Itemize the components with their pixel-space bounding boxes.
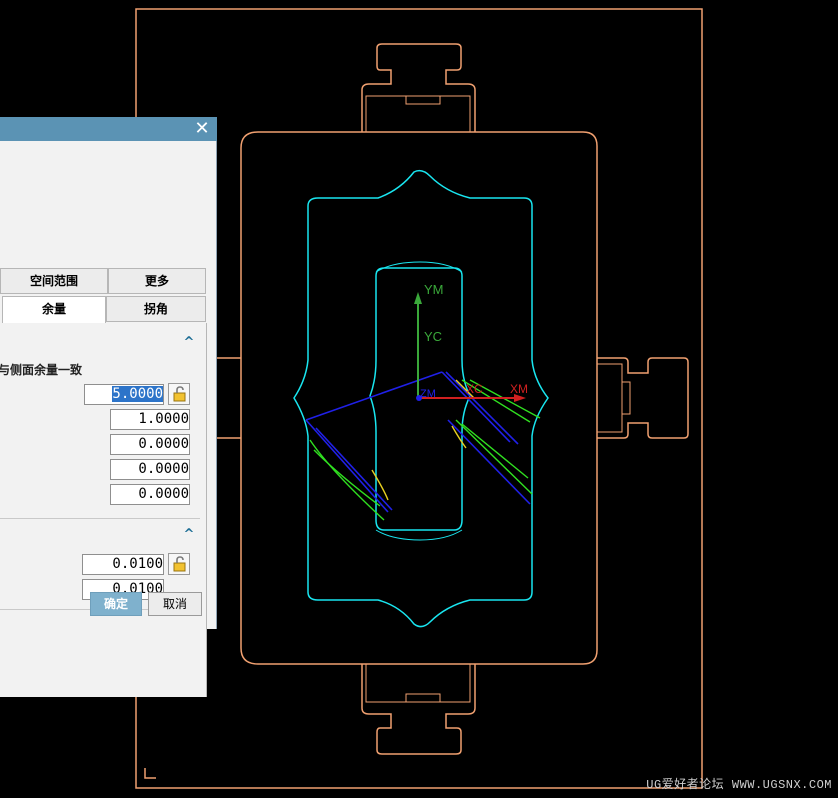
allowance-dialog: ✕ 空间范围 更多 余量 拐角 ^ 与侧面余量一致 5.0000 1.0000 …	[0, 117, 217, 697]
green-toolpath-lines	[309, 379, 541, 521]
watermark-text: UG爱好者论坛 WWW.UGSNX.COM	[646, 778, 832, 792]
same-as-side-checkbox-label[interactable]: 与侧面余量一致	[0, 361, 82, 378]
top-lug-outline	[361, 43, 476, 132]
floor-allowance-value: 5.0000	[112, 386, 163, 402]
tab-corner[interactable]: 拐角	[106, 296, 206, 322]
right-lug-outline	[597, 357, 689, 439]
tab-space-range[interactable]: 空间范围	[0, 268, 108, 294]
left-stub-lines	[217, 357, 241, 439]
xc-axis-label: XC	[466, 382, 483, 396]
allowance-input-2[interactable]: 1.0000	[110, 409, 190, 430]
yc-axis-label: YC	[424, 329, 443, 344]
tab-content-panel	[0, 323, 207, 697]
zm-axis-label: ZM	[420, 388, 436, 400]
unlock-icon	[173, 386, 186, 402]
allowance-input-4[interactable]: 0.0000	[110, 459, 190, 480]
allowance-input-5[interactable]: 0.0000	[110, 484, 190, 505]
ym-axis-label: YM	[424, 282, 444, 297]
tab-allowance[interactable]: 余量	[2, 296, 106, 324]
close-button[interactable]: ✕	[193, 119, 211, 139]
section-divider	[0, 518, 200, 519]
lock-toggle-button[interactable]	[168, 383, 190, 405]
cancel-button[interactable]: 取消	[148, 592, 202, 616]
allowance-input-3[interactable]: 0.0000	[110, 434, 190, 455]
section1-collapse-icon[interactable]: ^	[182, 335, 196, 350]
tab-more[interactable]: 更多	[108, 268, 206, 294]
section2-collapse-icon[interactable]: ^	[182, 527, 196, 542]
csys-corner-mark	[144, 768, 156, 779]
floor-allowance-input[interactable]: 5.0000	[84, 384, 164, 405]
xm-axis-label: XM	[510, 382, 528, 396]
tolerance-input-1[interactable]: 0.0100	[82, 554, 164, 575]
unlock-icon	[173, 556, 186, 572]
dialog-titlebar[interactable]: ✕	[0, 117, 217, 141]
tolerance-lock-button[interactable]	[168, 553, 190, 575]
ok-button[interactable]: 确定	[90, 592, 142, 616]
bottom-lug-outline	[361, 664, 476, 755]
